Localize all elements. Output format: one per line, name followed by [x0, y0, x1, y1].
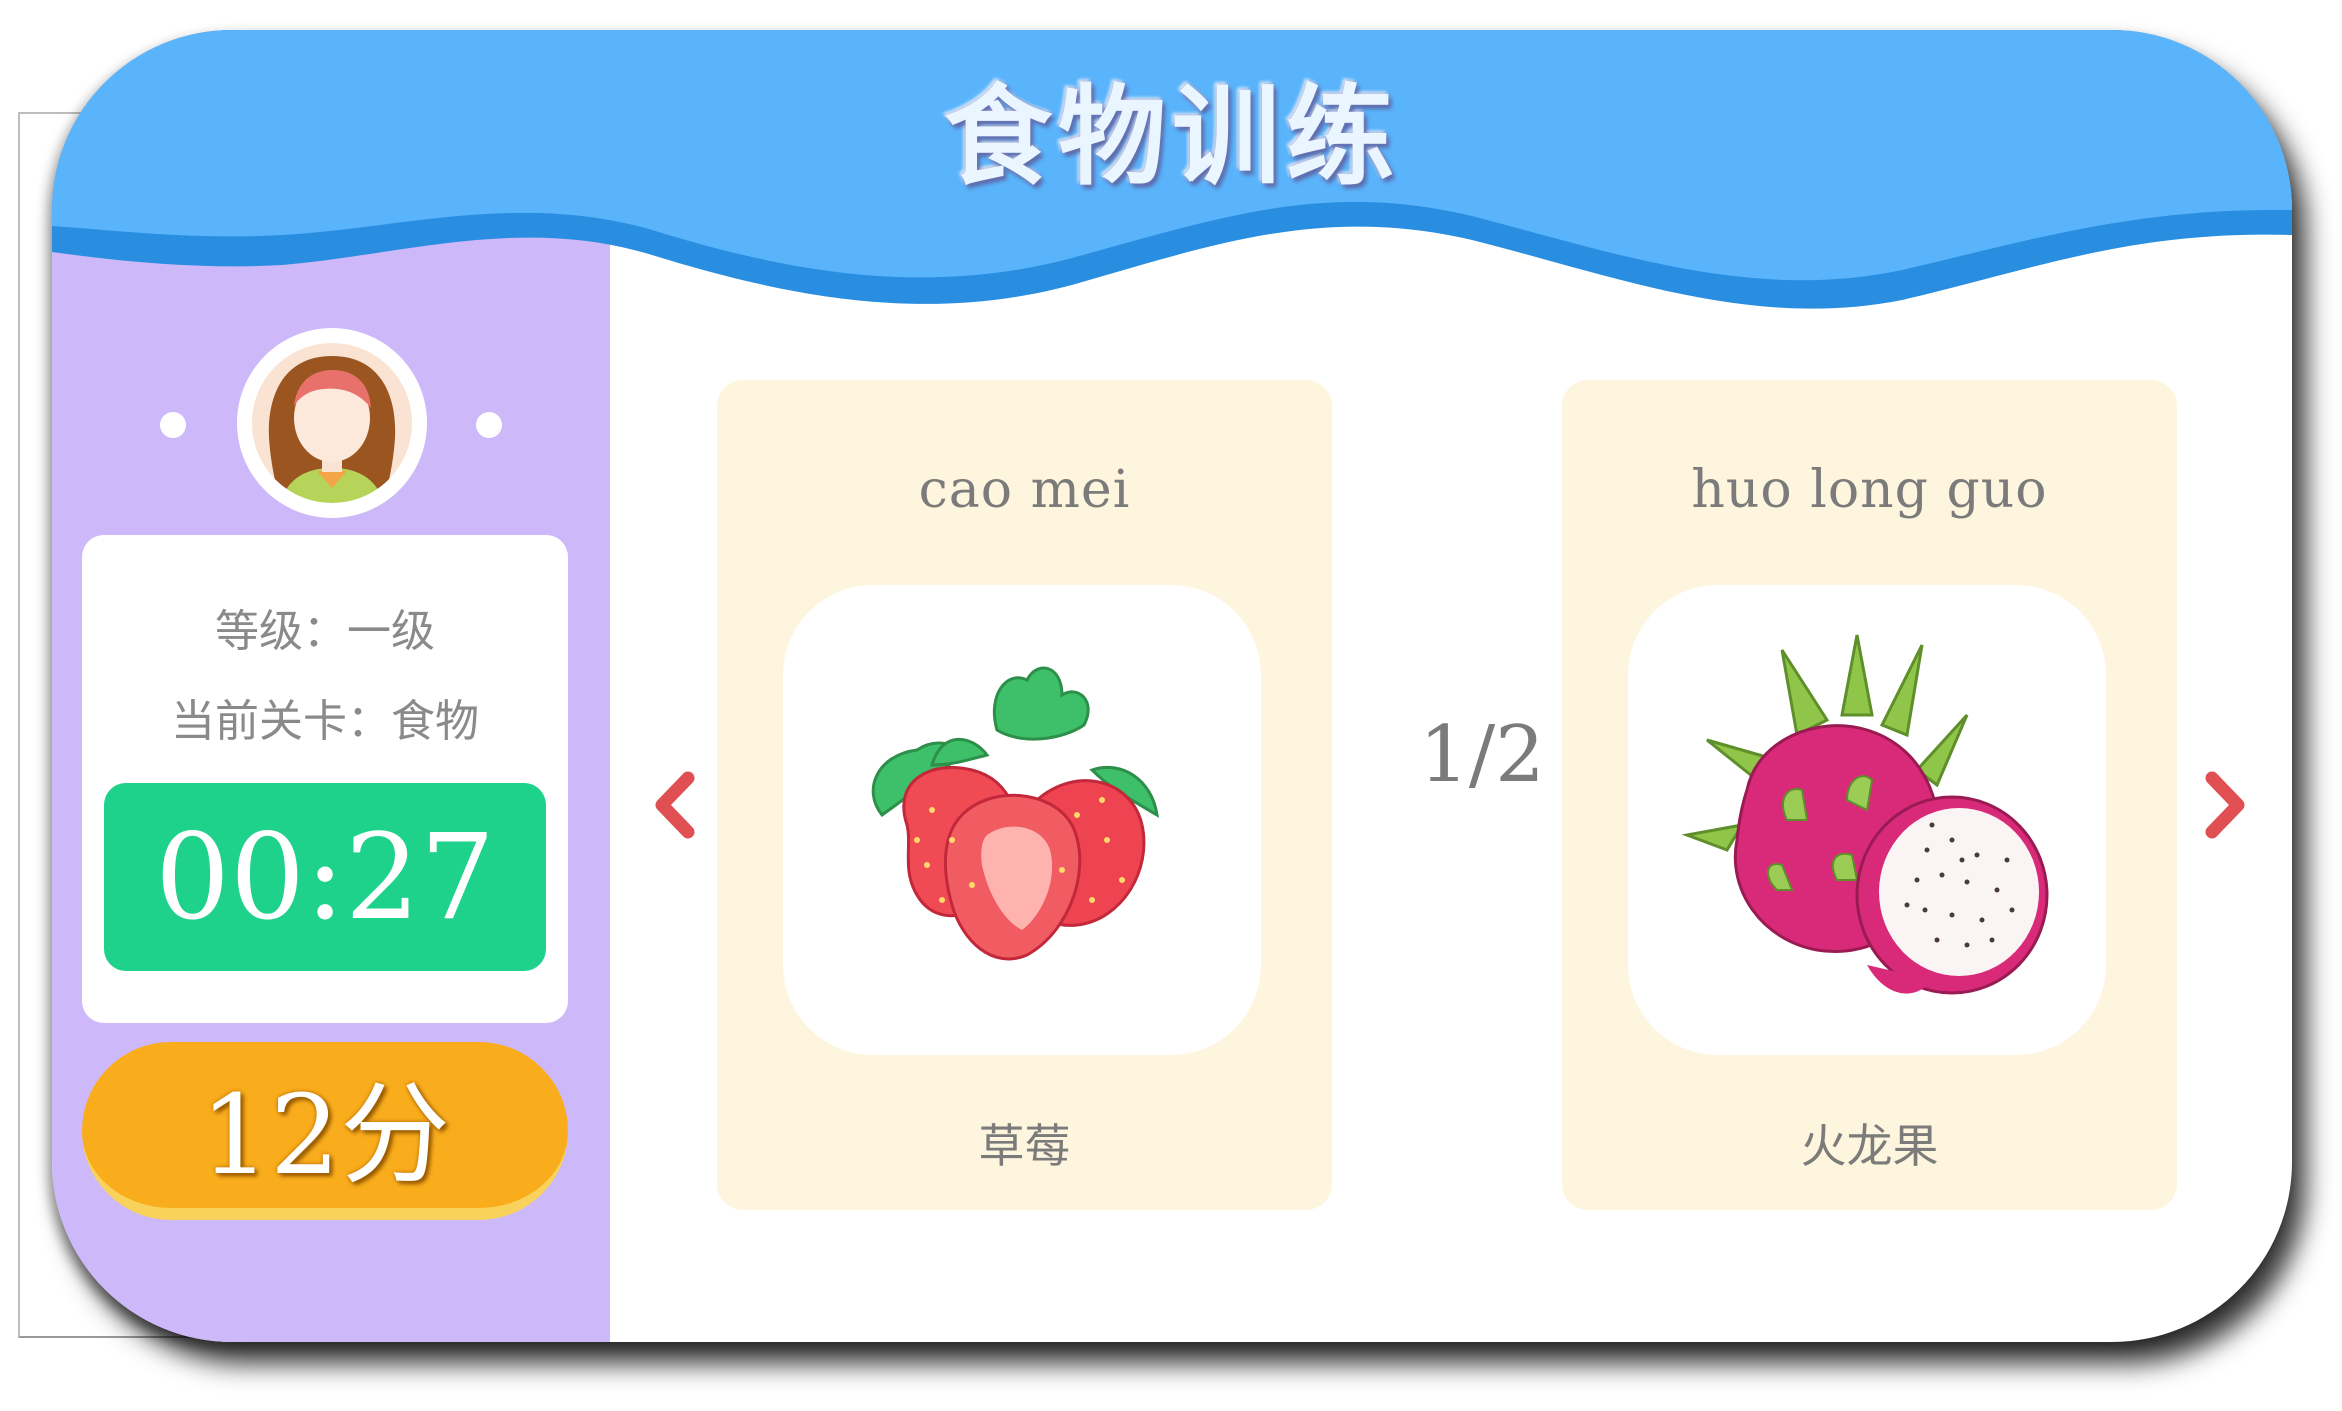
- dragon-fruit-icon: [1681, 634, 2049, 995]
- card-name: 草莓: [978, 1119, 1071, 1173]
- card-pinyin: cao mei: [918, 460, 1131, 520]
- strawberry-icon: [871, 666, 1159, 961]
- card-image-frame: [1628, 585, 2106, 1055]
- timer-display: 00:27: [104, 783, 546, 971]
- chevron-left-icon: [655, 771, 695, 839]
- profile-card: 等级：一级 当前关卡：食物 00:27: [82, 535, 568, 1023]
- next-button[interactable]: [2190, 760, 2260, 850]
- card-name: 火龙果: [1800, 1119, 1939, 1173]
- stage-label: 当前关卡：食物: [171, 696, 479, 747]
- prev-button[interactable]: [640, 760, 710, 850]
- app-window: 食物训练 等级：一级 当前关卡：食物 00:27 12分 1/2 cao mei…: [52, 30, 2292, 1342]
- page-title: 食物训练: [943, 74, 1400, 200]
- girl-avatar-icon: [248, 339, 416, 507]
- avatar[interactable]: [237, 328, 427, 518]
- food-card-strawberry[interactable]: cao mei 草莓: [717, 380, 1332, 1210]
- chevron-right-icon: [2205, 771, 2245, 839]
- page-indicator: 1/2: [1419, 710, 1545, 800]
- score-badge: 12分: [82, 1042, 568, 1220]
- food-card-dragon-fruit[interactable]: huo long guo 火龙果: [1562, 380, 2177, 1210]
- card-image-frame: [783, 585, 1261, 1055]
- decor-dot-left: [160, 412, 186, 438]
- card-pinyin: huo long guo: [1691, 460, 2048, 520]
- decor-dot-right: [476, 412, 502, 438]
- level-label: 等级：一级: [215, 606, 435, 657]
